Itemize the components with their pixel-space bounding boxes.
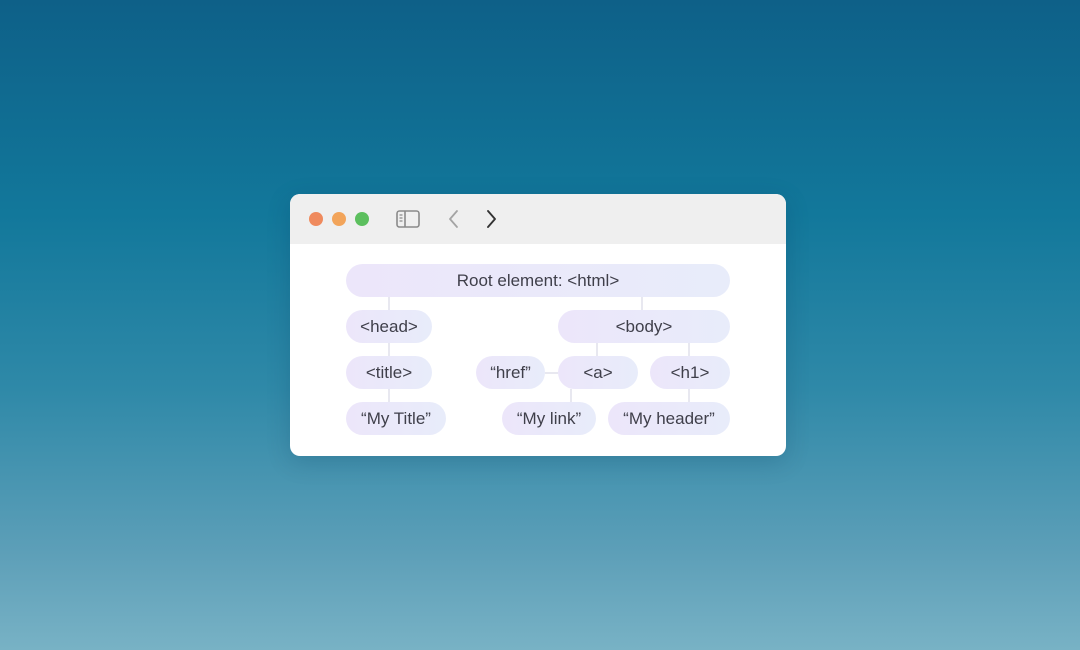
tree-node-h1: <h1> <box>650 356 730 389</box>
window-titlebar <box>290 194 786 244</box>
tree-node-link-text: “My link” <box>502 402 596 435</box>
chevron-left-icon[interactable] <box>448 209 460 229</box>
tree-node-body: <body> <box>558 310 730 343</box>
maximize-window-button[interactable] <box>355 212 369 226</box>
dom-tree-diagram: Root element: <html> <head> <body> <titl… <box>290 244 786 456</box>
tree-node-head: <head> <box>346 310 432 343</box>
tree-node-a: <a> <box>558 356 638 389</box>
sidebar-icon[interactable] <box>396 210 420 228</box>
tree-node-title: <title> <box>346 356 432 389</box>
tree-node-header-text: “My header” <box>608 402 730 435</box>
chevron-right-icon[interactable] <box>485 209 497 229</box>
browser-window: Root element: <html> <head> <body> <titl… <box>290 194 786 456</box>
tree-node-title-text: “My Title” <box>346 402 446 435</box>
close-window-button[interactable] <box>309 212 323 226</box>
tree-node-href: “href” <box>476 356 545 389</box>
tree-node-root-html: Root element: <html> <box>346 264 730 297</box>
minimize-window-button[interactable] <box>332 212 346 226</box>
